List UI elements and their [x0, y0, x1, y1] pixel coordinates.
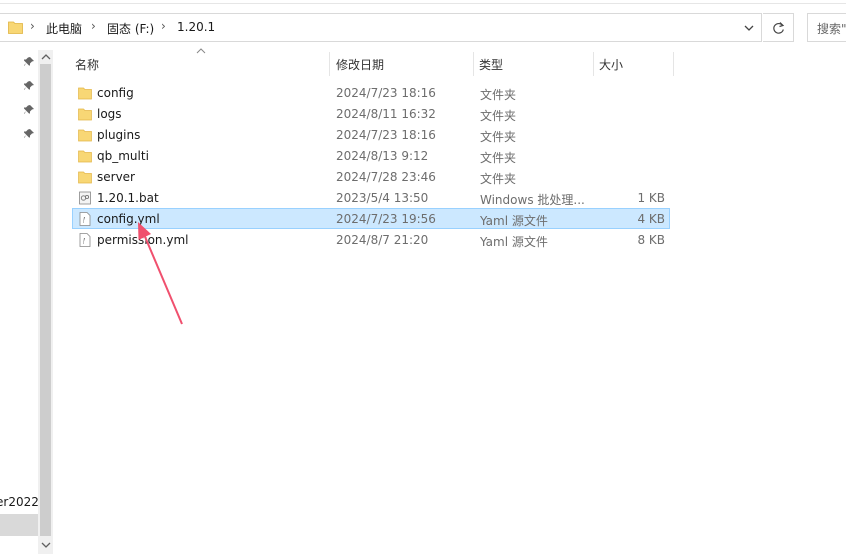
file-type: 文件夹	[480, 109, 517, 123]
file-name: logs	[97, 107, 122, 121]
file-name: qb_multi	[97, 149, 149, 163]
breadcrumb-this-pc[interactable]: 此电脑	[46, 20, 82, 37]
column-divider[interactable]	[673, 52, 674, 76]
scrollbar-thumb[interactable]	[40, 64, 51, 536]
refresh-icon	[773, 22, 785, 34]
address-bar[interactable]: › 此电脑 › 固态 (F:) › 1.20.1	[0, 13, 762, 42]
file-type: 文件夹	[480, 151, 517, 165]
file-name: config.yml	[97, 212, 160, 226]
file-name: 1.20.1.bat	[97, 191, 159, 205]
navigation-pane[interactable]: er2022	[0, 50, 38, 554]
pin-icon[interactable]	[24, 105, 34, 115]
folder-icon	[78, 170, 92, 184]
file-row-selected[interactable]: ! config.yml 2024/7/23 19:56 Yaml 源文件 4 KB	[72, 208, 670, 229]
yaml-file-icon: !	[78, 212, 92, 226]
file-type: Yaml 源文件	[480, 235, 548, 249]
file-name: server	[97, 170, 135, 184]
file-row[interactable]: qb_multi 2024/8/13 9:12 文件夹	[72, 145, 670, 166]
breadcrumb-separator[interactable]: ›	[91, 19, 96, 33]
folder-icon	[78, 107, 92, 121]
file-type: 文件夹	[480, 130, 517, 144]
file-date-modified: 2024/7/23 18:16	[336, 86, 436, 100]
breadcrumb-separator[interactable]: ›	[30, 19, 35, 33]
svg-text:!: !	[83, 217, 86, 225]
file-date-modified: 2024/7/28 23:46	[336, 170, 436, 184]
file-date-modified: 2024/7/23 19:56	[336, 212, 436, 226]
toolbar-divider	[0, 3, 846, 4]
file-size: 8 KB	[637, 233, 665, 247]
chevron-down-icon[interactable]	[742, 21, 756, 35]
refresh-button[interactable]	[763, 13, 794, 42]
file-date-modified: 2023/5/4 13:50	[336, 191, 429, 205]
scroll-up-icon[interactable]	[41, 52, 51, 62]
file-row[interactable]: config 2024/7/23 18:16 文件夹	[72, 82, 670, 103]
column-divider[interactable]	[593, 52, 594, 76]
address-toolbar: › 此电脑 › 固态 (F:) › 1.20.1 搜索"	[0, 0, 846, 50]
file-size: 1 KB	[637, 191, 665, 205]
file-type: 文件夹	[480, 172, 517, 186]
file-size: 4 KB	[637, 212, 665, 226]
column-divider[interactable]	[473, 52, 474, 76]
breadcrumb-separator[interactable]: ›	[161, 19, 166, 33]
pin-icon[interactable]	[24, 57, 34, 67]
column-size[interactable]: 大小	[599, 56, 623, 73]
breadcrumb-current-folder[interactable]: 1.20.1	[177, 20, 215, 34]
nav-item-selected[interactable]	[0, 514, 38, 536]
file-name: config	[97, 86, 134, 100]
nav-item-label[interactable]: er2022	[0, 495, 38, 509]
folder-icon	[78, 149, 92, 163]
column-name[interactable]: 名称	[75, 56, 99, 73]
scroll-down-icon[interactable]	[41, 540, 51, 550]
file-date-modified: 2024/8/13 9:12	[336, 149, 429, 163]
search-placeholder: 搜索"	[817, 22, 846, 36]
nav-scrollbar[interactable]	[38, 50, 53, 554]
breadcrumb-drive-f[interactable]: 固态 (F:)	[107, 20, 154, 37]
file-type: Windows 批处理...	[480, 193, 585, 207]
batch-file-icon	[78, 191, 92, 205]
file-name: permission.yml	[97, 233, 189, 247]
file-type: Yaml 源文件	[480, 214, 548, 228]
folder-icon	[78, 128, 92, 142]
pin-icon[interactable]	[24, 129, 34, 139]
file-date-modified: 2024/8/11 16:32	[336, 107, 436, 121]
column-date-modified[interactable]: 修改日期	[336, 56, 384, 73]
file-date-modified: 2024/8/7 21:20	[336, 233, 429, 247]
file-row[interactable]: ! permission.yml 2024/8/7 21:20 Yaml 源文件 8 K…	[72, 229, 670, 250]
file-row[interactable]: plugins 2024/7/23 18:16 文件夹	[72, 124, 670, 145]
file-type: 文件夹	[480, 88, 517, 102]
column-type[interactable]: 类型	[479, 56, 503, 73]
sort-ascending-icon	[196, 48, 206, 54]
file-name: plugins	[97, 128, 141, 142]
file-row[interactable]: logs 2024/8/11 16:32 文件夹	[72, 103, 670, 124]
column-divider[interactable]	[329, 52, 330, 76]
folder-icon	[8, 21, 23, 34]
yaml-file-icon: !	[78, 233, 92, 247]
file-row[interactable]: server 2024/7/28 23:46 文件夹	[72, 166, 670, 187]
file-date-modified: 2024/7/23 18:16	[336, 128, 436, 142]
folder-icon	[78, 86, 92, 100]
pin-icon[interactable]	[24, 81, 34, 91]
file-row[interactable]: 1.20.1.bat 2023/5/4 13:50 Windows 批处理... 1 …	[72, 187, 670, 208]
svg-text:!: !	[83, 238, 86, 246]
search-input[interactable]: 搜索"	[807, 13, 846, 42]
column-header: 名称 修改日期 类型 大小	[53, 48, 846, 78]
